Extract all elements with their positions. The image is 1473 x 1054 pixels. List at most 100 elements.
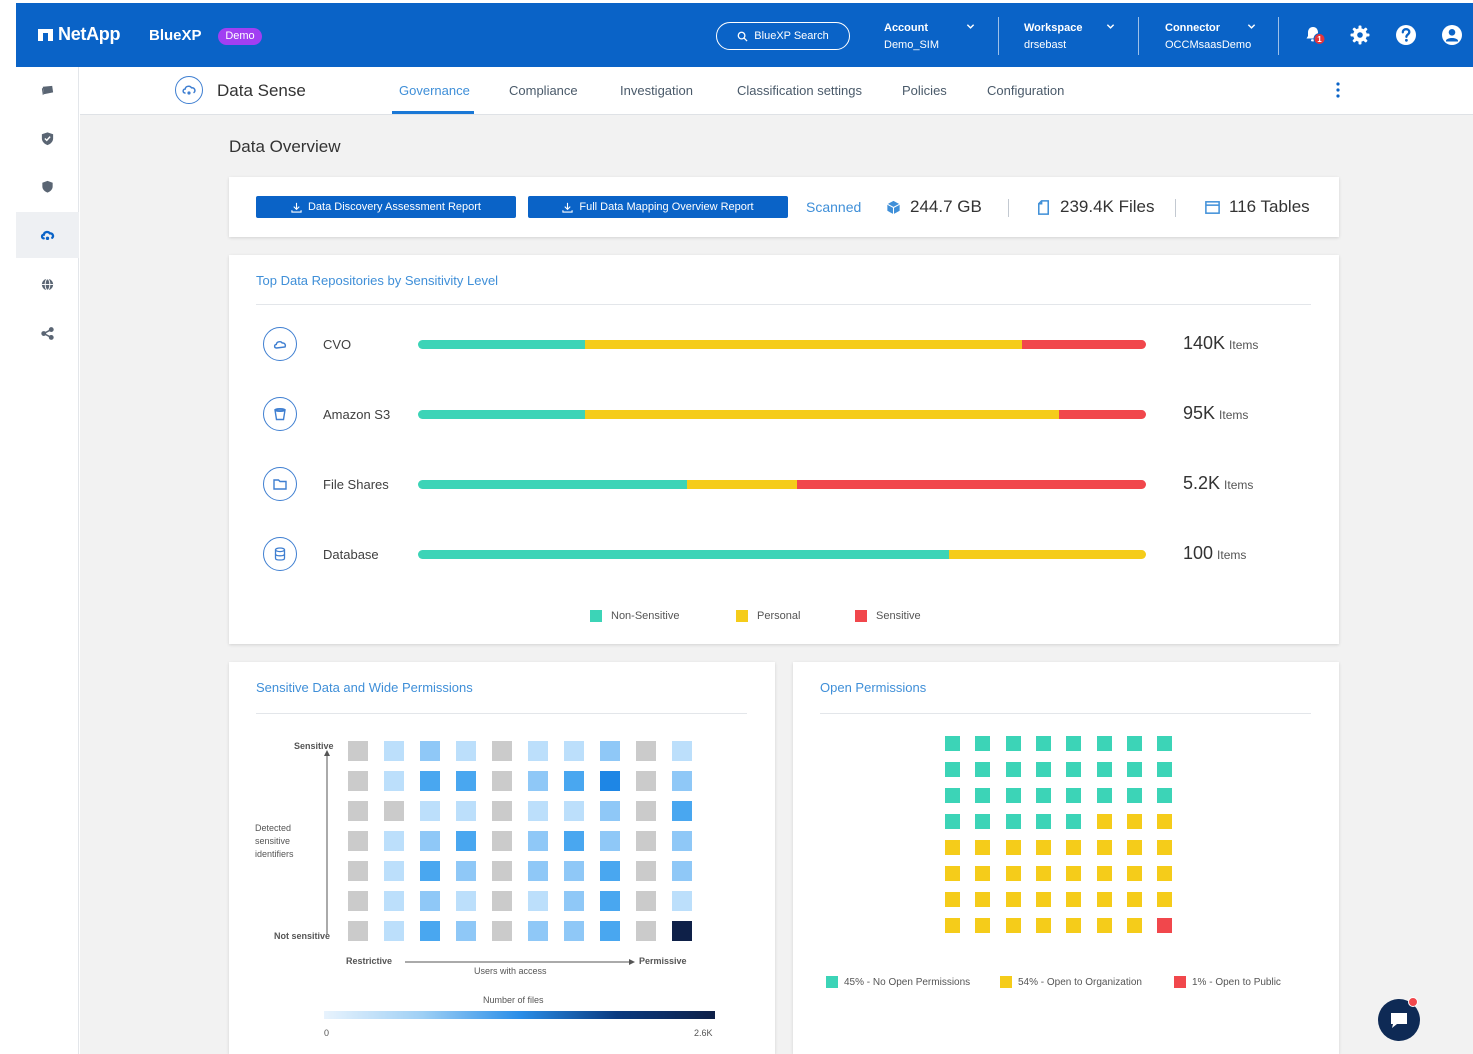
heatmap-cell[interactable] — [384, 861, 404, 881]
repository-row-amazon-s3[interactable]: Amazon S3 95K Items — [256, 395, 1316, 435]
heatmap-cell[interactable] — [564, 891, 584, 911]
heatmap-cell[interactable] — [492, 891, 512, 911]
heatmap-cell[interactable] — [528, 861, 548, 881]
heatmap-cell[interactable] — [456, 771, 476, 791]
data-discovery-report-button[interactable]: Data Discovery Assessment Report — [256, 196, 516, 218]
heatmap-cell[interactable] — [636, 741, 656, 761]
heatmap-cell[interactable] — [528, 921, 548, 941]
heatmap-cell[interactable] — [420, 741, 440, 761]
heatmap-cell[interactable] — [420, 801, 440, 821]
heatmap-cell[interactable] — [636, 771, 656, 791]
repository-row-database[interactable]: Database 100 Items — [256, 535, 1316, 575]
data-mapping-report-button[interactable]: Full Data Mapping Overview Report — [528, 196, 788, 218]
tab-governance[interactable]: Governance — [399, 83, 470, 98]
help-icon[interactable] — [1395, 24, 1417, 46]
heatmap-cell[interactable] — [528, 801, 548, 821]
heatmap-cell[interactable] — [348, 831, 368, 851]
bluexp-search-button[interactable]: BlueXP Search — [716, 22, 850, 50]
heatmap-cell[interactable] — [564, 741, 584, 761]
heatmap-cell[interactable] — [492, 801, 512, 821]
heatmap-cell[interactable] — [636, 831, 656, 851]
rail-item-storage[interactable] — [16, 67, 79, 113]
heatmap-cell[interactable] — [384, 771, 404, 791]
heatmap-cell[interactable] — [600, 741, 620, 761]
connector-selector[interactable]: Connector OCCMsaasDemo — [1165, 20, 1265, 54]
heatmap-cell[interactable] — [672, 741, 692, 761]
heatmap-cell[interactable] — [348, 801, 368, 821]
heatmap-cell[interactable] — [528, 771, 548, 791]
heatmap-cell[interactable] — [420, 921, 440, 941]
tab-configuration[interactable]: Configuration — [987, 83, 1064, 98]
rail-item-data-sense[interactable] — [16, 212, 79, 258]
heatmap-cell[interactable] — [672, 801, 692, 821]
heatmap-cell[interactable] — [528, 831, 548, 851]
heatmap-cell[interactable] — [384, 741, 404, 761]
gear-icon[interactable] — [1349, 24, 1371, 46]
heatmap-cell[interactable] — [456, 801, 476, 821]
heatmap-cell[interactable] — [348, 741, 368, 761]
heatmap-cell[interactable] — [348, 921, 368, 941]
heatmap-cell[interactable] — [384, 921, 404, 941]
heatmap-cell[interactable] — [564, 921, 584, 941]
heatmap-cell[interactable] — [420, 891, 440, 911]
bell-icon[interactable]: 1 — [1304, 24, 1326, 46]
heatmap-cell[interactable] — [636, 891, 656, 911]
heatmap-cell[interactable] — [600, 771, 620, 791]
heatmap-cell[interactable] — [384, 801, 404, 821]
bar-segment-non-sensitive — [418, 410, 586, 419]
heatmap-cell[interactable] — [564, 831, 584, 851]
heatmap-cell[interactable] — [420, 861, 440, 881]
rail-item-protection[interactable] — [16, 115, 79, 161]
heatmap-cell[interactable] — [636, 861, 656, 881]
heatmap-cell[interactable] — [600, 801, 620, 821]
heatmap-cell[interactable] — [672, 831, 692, 851]
heatmap-cell[interactable] — [456, 831, 476, 851]
repository-row-cvo[interactable]: CVO 140K Items — [256, 325, 1316, 365]
heatmap-cell[interactable] — [600, 861, 620, 881]
heatmap-cell[interactable] — [384, 831, 404, 851]
heatmap-cell[interactable] — [456, 741, 476, 761]
tab-classification-settings[interactable]: Classification settings — [737, 83, 862, 98]
heatmap-cell[interactable] — [420, 771, 440, 791]
heatmap-cell[interactable] — [456, 861, 476, 881]
user-icon[interactable] — [1441, 24, 1463, 46]
heatmap-cell[interactable] — [672, 921, 692, 941]
heatmap-cell[interactable] — [564, 771, 584, 791]
heatmap-cell[interactable] — [564, 801, 584, 821]
heatmap-cell[interactable] — [384, 891, 404, 911]
repository-row-file-shares[interactable]: File Shares 5.2K Items — [256, 465, 1316, 505]
heatmap-cell[interactable] — [456, 891, 476, 911]
more-options-icon[interactable] — [1335, 80, 1341, 100]
rail-item-governance[interactable] — [16, 163, 79, 209]
heatmap-cell[interactable] — [492, 921, 512, 941]
heatmap-cell[interactable] — [348, 771, 368, 791]
rail-item-global[interactable] — [16, 261, 79, 307]
heatmap-cell[interactable] — [636, 801, 656, 821]
heatmap-cell[interactable] — [348, 861, 368, 881]
heatmap-cell[interactable] — [528, 741, 548, 761]
heatmap-cell[interactable] — [600, 831, 620, 851]
heatmap-cell[interactable] — [672, 861, 692, 881]
workspace-selector[interactable]: Workspace drsebast — [1024, 20, 1124, 54]
heatmap-cell[interactable] — [492, 861, 512, 881]
tab-investigation[interactable]: Investigation — [620, 83, 693, 98]
netapp-logo[interactable]: NetApp — [38, 24, 121, 45]
heatmap-cell[interactable] — [492, 831, 512, 851]
heatmap-cell[interactable] — [636, 921, 656, 941]
tab-compliance[interactable]: Compliance — [509, 83, 578, 98]
tab-policies[interactable]: Policies — [902, 83, 947, 98]
heatmap-cell[interactable] — [672, 771, 692, 791]
heatmap-cell[interactable] — [456, 921, 476, 941]
heatmap-cell[interactable] — [348, 891, 368, 911]
rail-item-share[interactable] — [16, 310, 79, 356]
heatmap-cell[interactable] — [420, 831, 440, 851]
heatmap-cell[interactable] — [528, 891, 548, 911]
heatmap-cell[interactable] — [600, 891, 620, 911]
heatmap-cell[interactable] — [672, 891, 692, 911]
heatmap-cell[interactable] — [564, 861, 584, 881]
account-selector[interactable]: Account Demo_SIM — [884, 20, 984, 54]
heatmap-cell[interactable] — [492, 741, 512, 761]
heatmap-cell[interactable] — [492, 771, 512, 791]
heatmap-cell[interactable] — [600, 921, 620, 941]
tables-value: 116 Tables — [1229, 197, 1310, 216]
